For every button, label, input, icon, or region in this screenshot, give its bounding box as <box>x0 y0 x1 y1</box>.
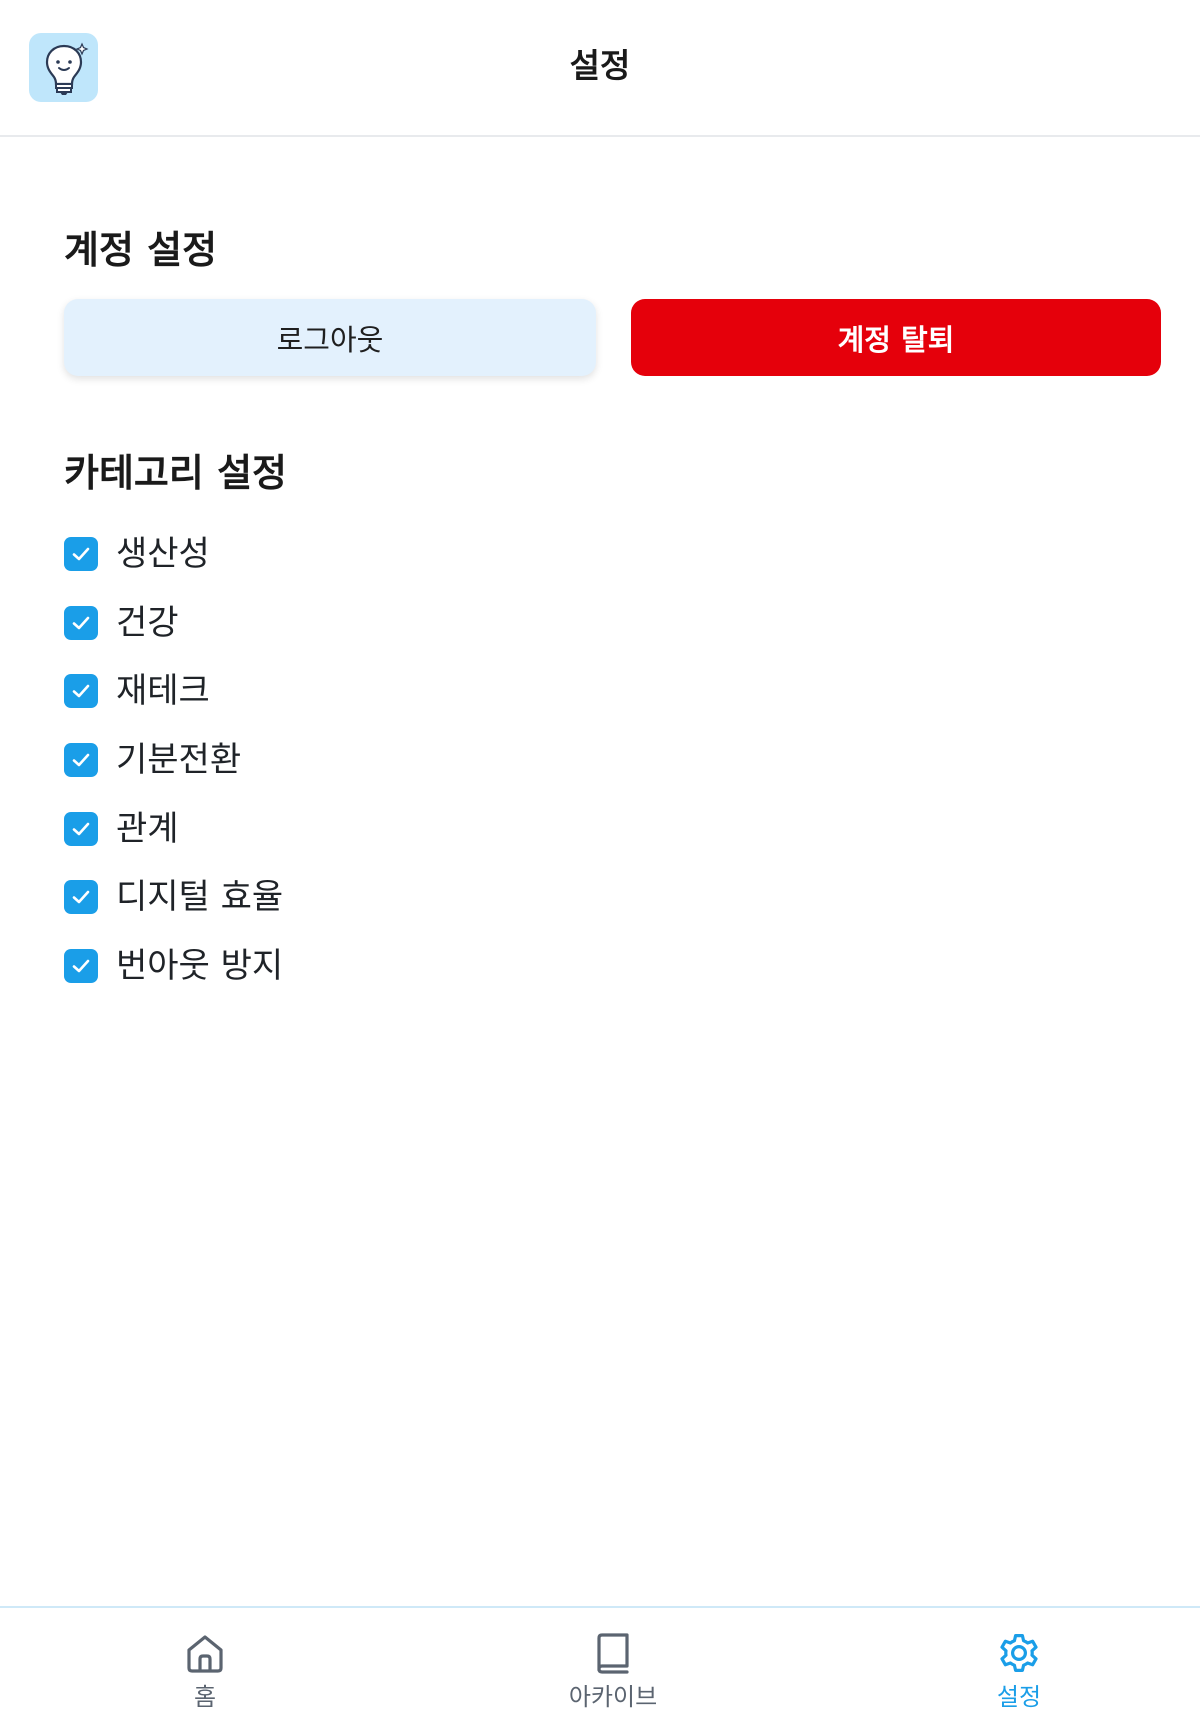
checkbox-checked-icon[interactable] <box>64 948 98 983</box>
checkbox-checked-icon[interactable] <box>64 743 98 778</box>
category-item-digital-efficiency[interactable]: 디지털 효율 <box>64 863 764 932</box>
account-settings-title: 계정 설정 <box>64 228 218 272</box>
app-header: 설정 <box>0 0 1200 137</box>
gear-icon <box>994 1628 1044 1678</box>
category-label: 기분전환 <box>116 740 242 781</box>
book-icon <box>588 1628 638 1678</box>
page-title: 설정 <box>569 46 631 85</box>
category-label: 관계 <box>116 808 179 849</box>
home-icon <box>180 1628 230 1678</box>
nav-item-archive[interactable]: 아카이브 <box>513 1608 713 1720</box>
checkbox-checked-icon[interactable] <box>64 537 98 572</box>
bottom-nav: 홈 아카이브 설정 <box>0 1606 1200 1720</box>
category-label: 생산성 <box>116 534 210 575</box>
nav-label-settings: 설정 <box>996 1683 1042 1711</box>
category-label: 건강 <box>116 602 179 643</box>
nav-item-home[interactable]: 홈 <box>105 1608 305 1720</box>
checkbox-checked-icon[interactable] <box>64 880 98 915</box>
nav-label-archive: 아카이브 <box>568 1683 658 1711</box>
category-label: 번아웃 방지 <box>116 945 284 986</box>
category-list: 생산성 건강 재테크 기분전환 관계 디지털 효율 번아웃 방지 <box>64 520 764 1000</box>
category-item-health[interactable]: 건강 <box>64 589 764 658</box>
category-item-refresh[interactable]: 기분전환 <box>64 726 764 795</box>
category-item-relationships[interactable]: 관계 <box>64 794 764 863</box>
category-label: 디지털 효율 <box>116 877 284 918</box>
category-settings-title: 카테고리 설정 <box>64 451 287 495</box>
category-item-finance[interactable]: 재테크 <box>64 657 764 726</box>
nav-label-home: 홈 <box>193 1683 217 1711</box>
checkbox-checked-icon[interactable] <box>64 674 98 709</box>
category-item-burnout-prevention[interactable]: 번아웃 방지 <box>64 932 764 1001</box>
settings-screen: 설정 계정 설정 로그아웃 계정 탈퇴 카테고리 설정 생산성 건강 재테크 기… <box>0 0 1200 1720</box>
delete-account-button[interactable]: 계정 탈퇴 <box>631 299 1161 376</box>
nav-item-settings[interactable]: 설정 <box>919 1608 1119 1720</box>
checkbox-checked-icon[interactable] <box>64 811 98 846</box>
category-item-productivity[interactable]: 생산성 <box>64 520 764 589</box>
category-label: 재테크 <box>116 671 210 712</box>
checkbox-checked-icon[interactable] <box>64 605 98 640</box>
logout-button[interactable]: 로그아웃 <box>64 299 596 376</box>
